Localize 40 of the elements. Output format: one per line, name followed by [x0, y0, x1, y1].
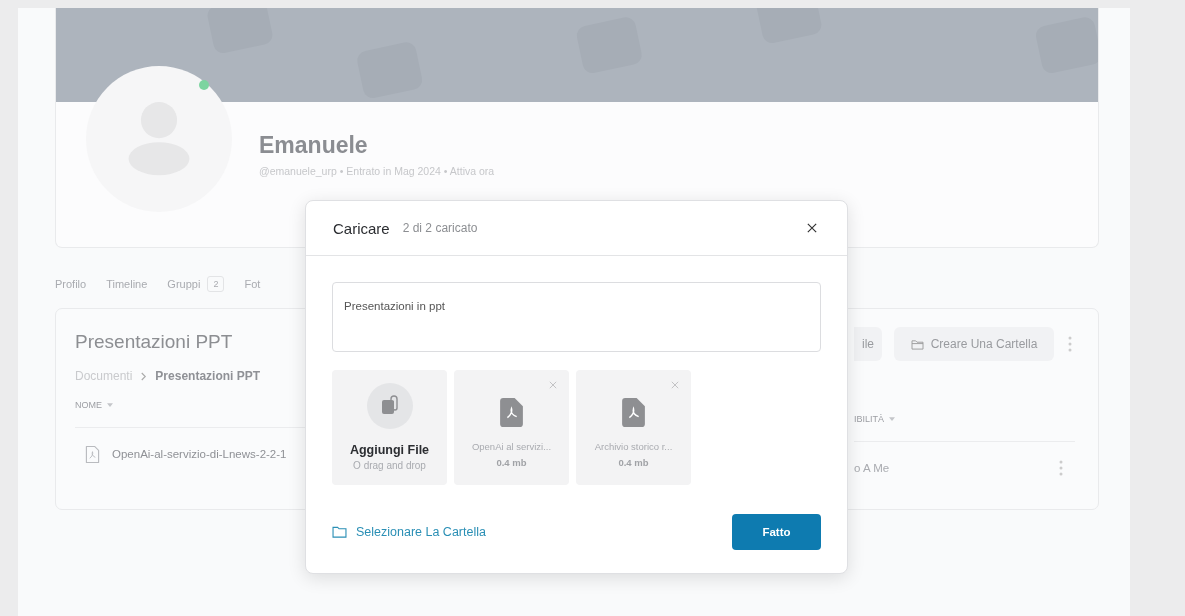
file-size: 0.4 mb	[618, 457, 649, 468]
attachment-icon	[366, 383, 413, 429]
sort-caret-icon	[889, 416, 895, 422]
tile-title: Aggiungi File	[349, 443, 430, 457]
select-folder-link[interactable]: Selezionare La Cartella	[332, 525, 486, 539]
file-size: 0.4 mb	[496, 457, 527, 468]
description-field[interactable]: Presentazioni in ppt	[332, 282, 821, 352]
folder-title: Presentazioni PPT	[75, 331, 234, 353]
tile-subtitle: O drag and drop	[353, 460, 426, 471]
file-name: OpenAi al servizi...	[471, 441, 552, 452]
profile-tab[interactable]: Gruppi 2	[167, 276, 225, 292]
sort-caret-icon	[107, 402, 113, 408]
pdf-file-icon	[622, 398, 645, 427]
upload-status: 2 di 2 caricato	[402, 221, 478, 235]
visibility-cell: o A Me	[854, 462, 890, 474]
dialog-title: Caricare	[333, 219, 390, 237]
pdf-file-icon	[500, 398, 523, 427]
folder-icon	[910, 338, 924, 350]
pdf-file-icon	[85, 444, 100, 464]
add-file-tile[interactable]: Aggiungi File O drag and drop	[332, 370, 447, 485]
chevron-icon	[140, 370, 148, 382]
column-header[interactable]: NOME	[75, 400, 102, 410]
file-name: Archivio storico r...	[594, 441, 673, 452]
remove-icon[interactable]	[671, 381, 679, 389]
close-icon[interactable]	[807, 223, 817, 233]
profile-name: Emanuele	[259, 132, 369, 159]
remove-icon[interactable]	[549, 381, 557, 389]
more-icon[interactable]	[1059, 460, 1063, 476]
count-badge: 2	[207, 276, 225, 292]
action-button[interactable]: ile	[854, 327, 882, 361]
profile-tab[interactable]: Timeline	[106, 278, 148, 290]
done-button[interactable]: Fatto	[732, 514, 821, 550]
breadcrumb-item: Presentazioni PPT	[155, 369, 261, 383]
column-header[interactable]: IBILITÀ	[854, 414, 884, 424]
profile-tab[interactable]: Profilo	[55, 278, 87, 290]
action-button[interactable]: Creare Una Cartella	[894, 327, 1054, 361]
file-name[interactable]: OpenAi-al-servizio-di-Lnews-2-2-1	[112, 448, 287, 460]
folder-icon	[332, 526, 347, 538]
more-icon[interactable]	[1068, 336, 1072, 352]
profile-tab[interactable]: Fot	[244, 278, 261, 290]
